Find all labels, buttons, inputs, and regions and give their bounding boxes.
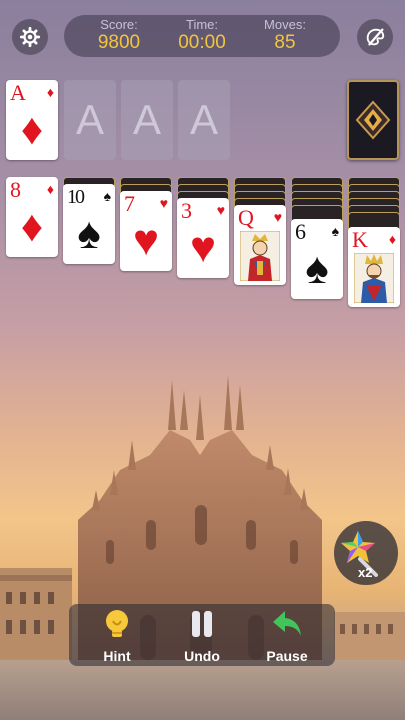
tableau-card-8-diamonds[interactable]: 8 ♦ ♦: [6, 177, 58, 257]
moves-label: Moves:: [264, 17, 306, 32]
card-rank: A: [10, 80, 26, 105]
tableau-card-6-spades[interactable]: 6 ♠ ♠: [291, 219, 343, 299]
gear-icon: [19, 26, 41, 48]
settings-button[interactable]: [12, 19, 48, 55]
heart-icon: ♥: [216, 202, 225, 218]
card-rank: 8: [10, 177, 21, 202]
paint-brush-icon: [366, 28, 385, 46]
foundation-placeholder: A: [189, 96, 218, 143]
card-rank: 6: [295, 219, 306, 244]
heart-icon: ♥: [132, 216, 160, 265]
lightbulb-icon: [106, 610, 128, 637]
heart-icon: ♥: [189, 223, 217, 272]
tableau-card-king-diamonds[interactable]: K ♦: [348, 227, 400, 307]
foundation-slot-4[interactable]: A: [178, 80, 230, 160]
heart-icon: ♥: [273, 209, 282, 225]
diamond-icon: ♦: [388, 231, 396, 247]
spade-icon: ♠: [305, 244, 329, 293]
stats-panel: Score: 9800 Time: 00:00 Moves: 85: [64, 15, 340, 57]
theme-button[interactable]: [357, 19, 393, 55]
diamond-icon: ♦: [20, 105, 44, 154]
diamond-icon: ♦: [20, 202, 44, 251]
pause-bars-icon: [192, 611, 212, 637]
hint-button[interactable]: Hint: [82, 608, 152, 664]
foundation-slot-3[interactable]: A: [121, 80, 173, 160]
foundation-placeholder: A: [75, 96, 104, 143]
undo-arrow-icon: [273, 611, 301, 636]
score-value: 9800: [97, 32, 141, 53]
time-stat: Time: 00:00: [157, 17, 247, 54]
moves-stat: Moves: 85: [240, 17, 330, 54]
card-back-emblem-icon: [355, 100, 391, 140]
card-rank: 3: [181, 198, 192, 223]
foundation-slot-2[interactable]: A: [64, 80, 116, 160]
undo-button[interactable]: Undo: [167, 608, 237, 664]
spade-icon: ♠: [331, 223, 339, 239]
card-rank: Q: [238, 205, 254, 230]
diamond-icon: ♦: [46, 181, 54, 197]
time-label: Time:: [185, 17, 219, 32]
score-label: Score:: [100, 17, 138, 32]
foundation-card-ace-diamonds[interactable]: A ♦ ♦: [6, 80, 58, 160]
tableau-card-10-spades[interactable]: 10 ♠ ♠: [63, 184, 115, 264]
magic-wand-count: x2: [358, 565, 373, 580]
card-rank: 10: [67, 186, 85, 208]
foundation-placeholder: A: [132, 96, 161, 143]
tableau-card-3-hearts[interactable]: 3 ♥ ♥: [177, 198, 229, 278]
moves-value: 85: [274, 32, 296, 53]
card-rank: K: [352, 227, 368, 252]
heart-icon: ♥: [159, 195, 168, 211]
spade-icon: ♠: [103, 188, 111, 204]
pause-button[interactable]: Pause: [252, 608, 322, 664]
spade-icon: ♠: [77, 209, 101, 258]
score-stat: Score: 9800: [74, 17, 164, 54]
king-portrait-icon: [354, 253, 394, 303]
card-rank: 7: [124, 191, 135, 216]
diamond-icon: ♦: [46, 84, 54, 100]
time-value: 00:00: [178, 32, 226, 53]
pause-label: Pause: [266, 648, 308, 664]
queen-portrait-icon: [240, 231, 280, 281]
tableau-card-7-hearts[interactable]: 7 ♥ ♥: [120, 191, 172, 271]
magic-wand-button[interactable]: x2: [334, 521, 398, 585]
stock-pile[interactable]: [347, 80, 399, 160]
tableau-card-queen-hearts[interactable]: Q ♥: [234, 205, 286, 285]
bottom-toolbar: Hint Undo Pause: [69, 604, 335, 666]
hint-label: Hint: [103, 648, 131, 664]
undo-label: Undo: [184, 648, 220, 664]
